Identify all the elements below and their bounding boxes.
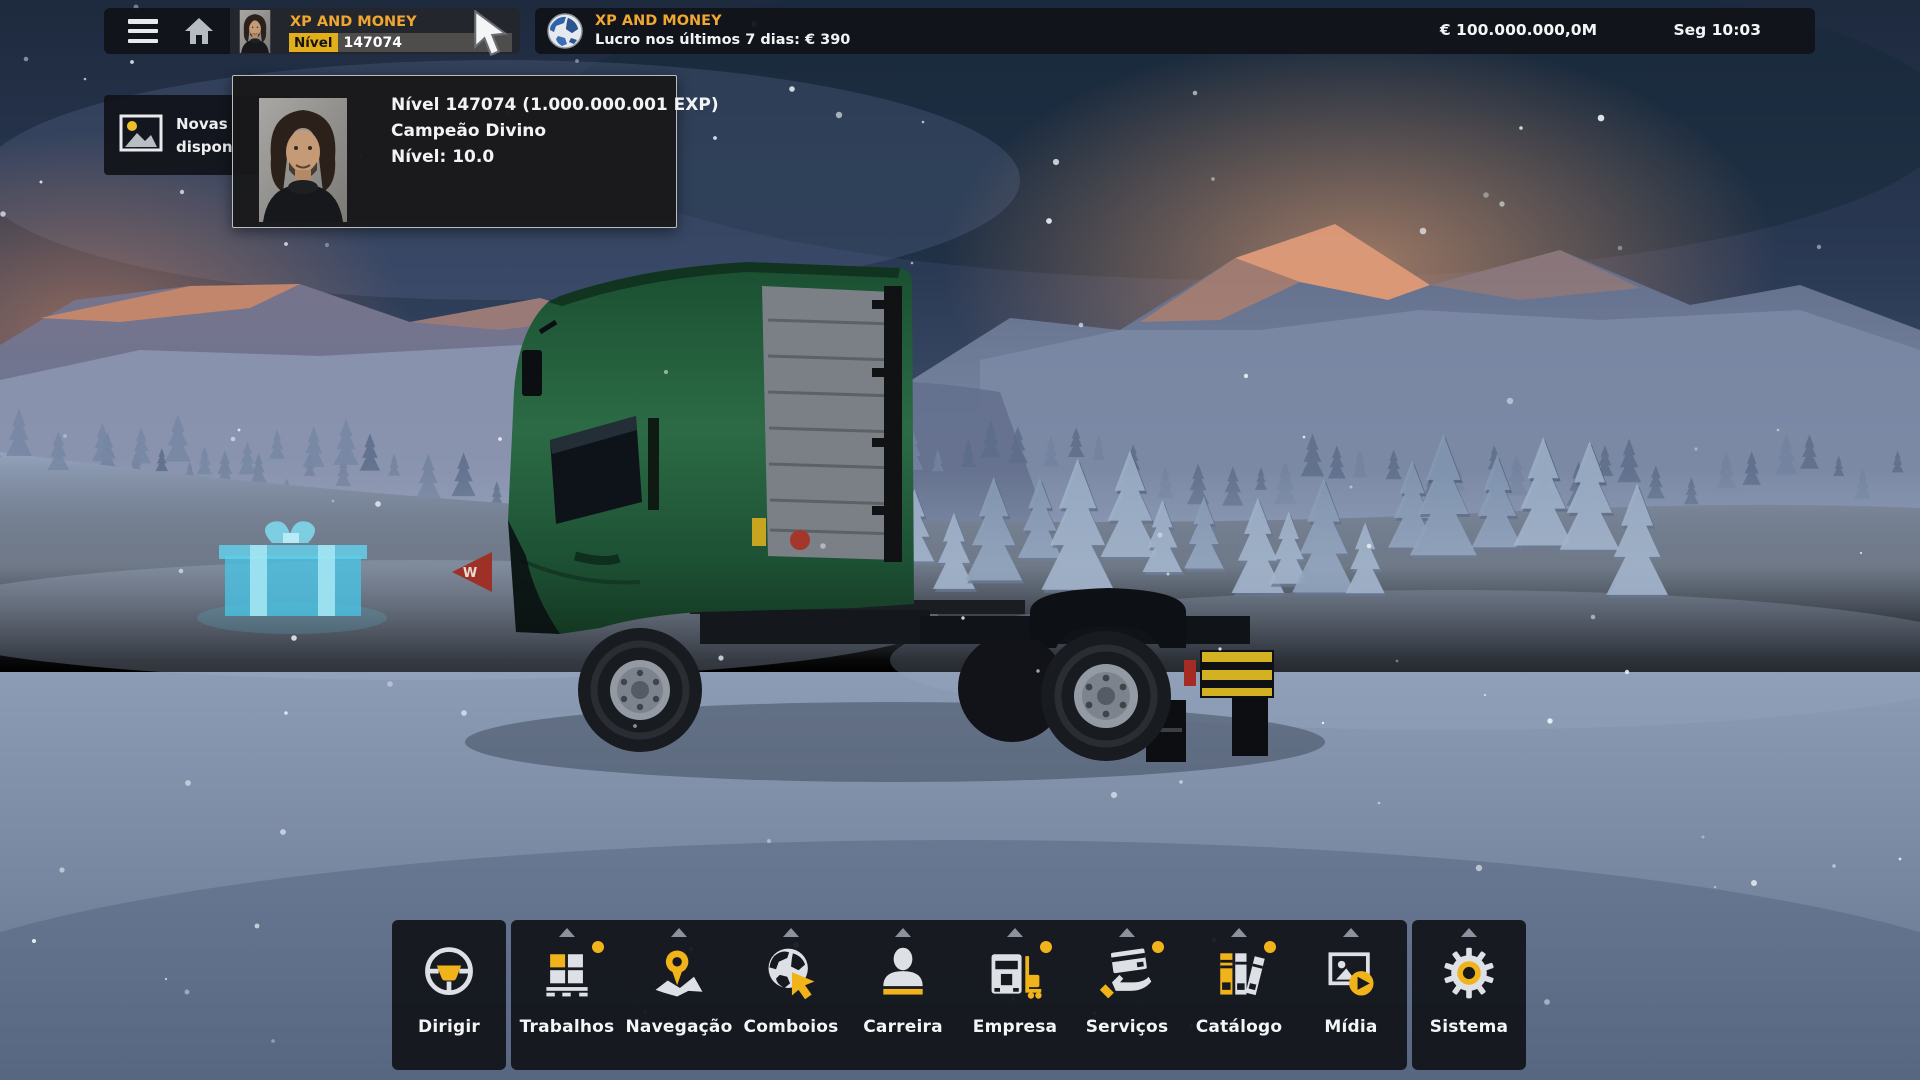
up-arrow-icon xyxy=(1461,928,1477,937)
gear-icon xyxy=(1439,941,1499,1005)
menu-hamburger-button[interactable] xyxy=(128,19,158,43)
time-display: Seg 10:03 xyxy=(1673,21,1761,39)
menu-block-system: Sistema xyxy=(1412,920,1526,1070)
menu-item-dirigir[interactable]: Dirigir xyxy=(392,920,506,1070)
menu-item-navegacao[interactable]: Navegação xyxy=(623,920,735,1070)
company-globe-icon[interactable] xyxy=(546,12,584,50)
header-profile-bar: XP AND MONEY Nível 147074 xyxy=(104,8,520,54)
menu-item-catalogo[interactable]: Catálogo xyxy=(1183,920,1295,1070)
notification-dot xyxy=(592,941,604,953)
cargo-pallet-icon xyxy=(537,941,597,1005)
up-arrow-icon xyxy=(783,928,799,937)
profile-avatar xyxy=(238,10,272,53)
media-player-icon xyxy=(1321,941,1381,1005)
menu-label: Trabalhos xyxy=(520,1017,615,1037)
home-icon[interactable] xyxy=(184,17,214,45)
menu-item-carreira[interactable]: Carreira xyxy=(847,920,959,1070)
profile-tooltip: Nível 147074 (1.000.000.001 EXP) Campeão… xyxy=(232,75,677,228)
up-arrow-icon xyxy=(1007,928,1023,937)
up-arrow-icon xyxy=(1119,928,1135,937)
menu-item-trabalhos[interactable]: Trabalhos xyxy=(511,920,623,1070)
company-name: XP AND MONEY xyxy=(595,13,722,29)
front-wheel xyxy=(578,628,702,752)
profile-tooltip-text: Nível 147074 (1.000.000.001 EXP) Campeão… xyxy=(391,92,719,170)
hand-card-icon xyxy=(1097,941,1157,1005)
steering-wheel-icon xyxy=(419,941,479,1005)
map-pin-icon xyxy=(649,941,709,1005)
rear-wheel xyxy=(1041,631,1171,761)
menu-block-drive: Dirigir xyxy=(392,920,506,1070)
notification-dot xyxy=(1152,941,1164,953)
globe-cursor-icon xyxy=(761,941,821,1005)
menu-label: Carreira xyxy=(863,1017,943,1037)
menu-item-midia[interactable]: Mídia xyxy=(1295,920,1407,1070)
menu-item-empresa[interactable]: Empresa xyxy=(959,920,1071,1070)
person-icon xyxy=(873,941,933,1005)
up-arrow-icon xyxy=(895,928,911,937)
menu-label: Catálogo xyxy=(1196,1017,1283,1037)
up-arrow-icon xyxy=(1343,928,1359,937)
profile-photo xyxy=(259,98,347,222)
menu-item-comboios[interactable]: Comboios xyxy=(735,920,847,1070)
notification-dot xyxy=(1264,941,1276,953)
menu-label: Comboios xyxy=(744,1017,839,1037)
header-company-bar: XP AND MONEY Lucro nos últimos 7 dias: €… xyxy=(535,8,1815,54)
bottom-menu-bar: Dirigir Trabalhos xyxy=(392,920,1526,1070)
menu-label: Empresa xyxy=(973,1017,1057,1037)
menu-item-sistema[interactable]: Sistema xyxy=(1412,920,1526,1070)
menu-label: Dirigir xyxy=(418,1017,480,1037)
up-arrow-icon xyxy=(671,928,687,937)
svg-text:W: W xyxy=(463,566,477,581)
menu-label: Mídia xyxy=(1324,1017,1377,1037)
menu-label: Navegação xyxy=(626,1017,733,1037)
menu-label: Serviços xyxy=(1086,1017,1169,1037)
up-arrow-icon xyxy=(559,928,575,937)
photo-notification-icon xyxy=(119,114,163,154)
notification-text: Novas dispon xyxy=(176,113,233,159)
menu-label: Sistema xyxy=(1430,1017,1508,1037)
level-value: 147074 xyxy=(338,35,402,51)
company-profit: Lucro nos últimos 7 dias: € 390 xyxy=(595,32,850,48)
truck-forklift-icon xyxy=(985,941,1045,1005)
up-arrow-icon xyxy=(1231,928,1247,937)
profile-name: XP AND MONEY xyxy=(290,14,417,30)
menu-item-servicos[interactable]: Serviços xyxy=(1071,920,1183,1070)
mouse-cursor xyxy=(472,10,510,60)
menu-block-main: Trabalhos Navegação xyxy=(511,920,1407,1070)
money-display: € 100.000.000,0M xyxy=(1440,21,1597,39)
books-icon xyxy=(1209,941,1269,1005)
level-badge: Nível xyxy=(289,33,338,52)
notification-dot xyxy=(1040,941,1052,953)
